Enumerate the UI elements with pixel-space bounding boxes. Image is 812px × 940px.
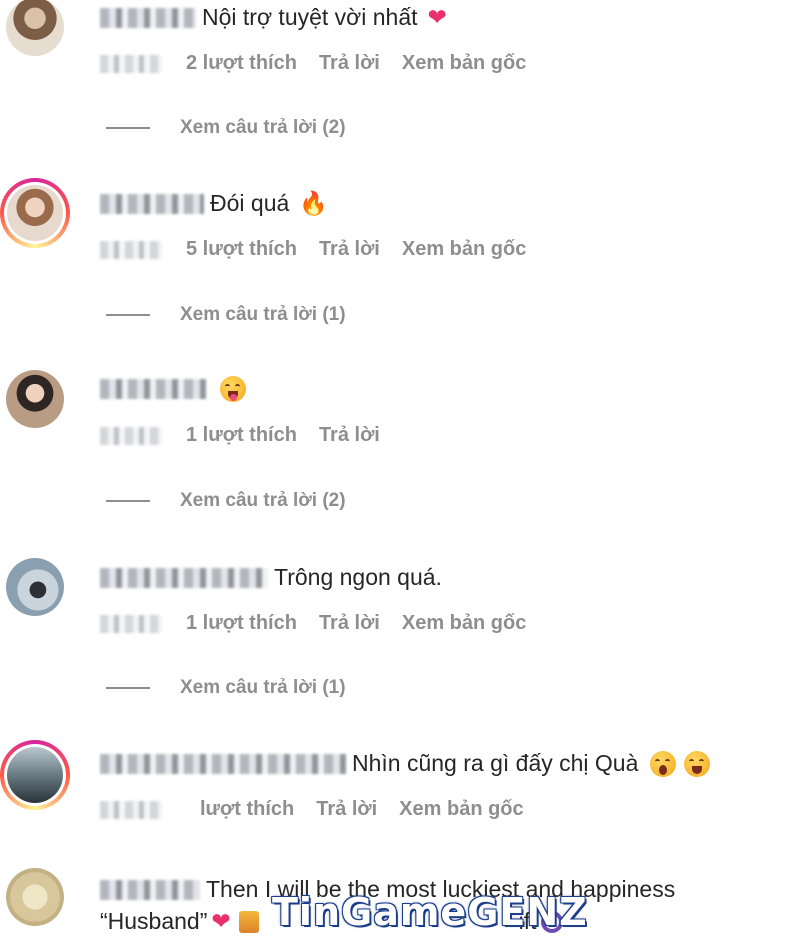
divider <box>106 687 150 689</box>
blurred-username[interactable] <box>100 7 196 28</box>
divider <box>106 314 150 316</box>
grinning-face-emoji <box>684 750 711 777</box>
like-count[interactable]: 5 lượt thích <box>186 238 297 261</box>
avatar-story-ring[interactable] <box>0 178 70 248</box>
comment-meta: lượt thích Trả lời Xem bản gốc <box>100 798 546 821</box>
avatar[interactable] <box>6 558 64 616</box>
comment-meta: 2 lượt thích Trả lời Xem bản gốc <box>100 52 548 75</box>
comment-text-row <box>100 376 246 402</box>
blurred-username[interactable] <box>100 753 346 774</box>
blurred-username[interactable] <box>100 193 204 214</box>
divider <box>106 127 150 129</box>
fire-emoji: 🔥 <box>299 191 328 217</box>
comment-meta: 1 lượt thích Trả lời <box>100 424 402 447</box>
avatar <box>7 747 63 803</box>
like-count[interactable]: lượt thích <box>200 798 294 821</box>
see-original-button[interactable]: Xem bản gốc <box>402 612 526 635</box>
comment-text: Đói quá <box>210 190 290 216</box>
blurred-timestamp <box>100 800 162 819</box>
view-replies-label: Xem câu trả lời (1) <box>180 304 346 325</box>
blurred-timestamp <box>100 54 162 73</box>
like-count[interactable]: 2 lượt thích <box>186 52 297 75</box>
blurred-timestamp <box>100 614 162 633</box>
like-count[interactable]: 1 lượt thích <box>186 424 297 447</box>
reply-button[interactable]: Trả lời <box>319 424 380 447</box>
comment-text-row: Đói quá 🔥 <box>100 190 328 217</box>
view-replies-button[interactable]: Xem câu trả lời (2) <box>106 490 346 512</box>
blurred-username[interactable] <box>100 379 206 399</box>
reply-button[interactable]: Trả lời <box>319 612 380 635</box>
comment-text: Nội trợ tuyệt vời nhất <box>202 4 418 30</box>
view-replies-button[interactable]: Xem câu trả lời (1) <box>106 304 346 326</box>
watermark-logo: TinGameGENZ <box>272 890 588 934</box>
reply-button[interactable]: Trả lời <box>319 238 380 261</box>
see-original-button[interactable]: Xem bản gốc <box>402 52 526 75</box>
comment-text-row: Nhìn cũng ra gì đấy chị Quà <box>100 750 711 777</box>
reply-button[interactable]: Trả lời <box>316 798 377 821</box>
comment-meta: 1 lượt thích Trả lời Xem bản gốc <box>100 612 548 635</box>
avatar[interactable] <box>6 868 64 926</box>
divider <box>106 500 150 502</box>
comment-text-row: Trông ngon quá. <box>100 564 442 591</box>
view-replies-button[interactable]: Xem câu trả lời (1) <box>106 677 346 699</box>
astonished-face-emoji <box>650 750 677 777</box>
avatar[interactable] <box>6 0 64 56</box>
view-replies-label: Xem câu trả lời (1) <box>180 677 346 698</box>
see-original-button[interactable]: Xem bản gốc <box>399 798 523 821</box>
tongue-face-emoji <box>220 376 246 402</box>
blurred-username[interactable] <box>100 567 268 588</box>
view-replies-button[interactable]: Xem câu trả lời (2) <box>106 117 346 139</box>
comment-text: Trông ngon quá. <box>274 564 442 590</box>
gift-emoji <box>238 910 259 933</box>
comment-meta: 5 lượt thích Trả lời Xem bản gốc <box>100 238 548 261</box>
comment-text: Nhìn cũng ra gì đấy chị Quà <box>352 750 639 776</box>
heart-emoji: ❤ <box>427 4 447 31</box>
heart-emoji: ❤ <box>211 908 231 935</box>
see-original-button[interactable]: Xem bản gốc <box>402 238 526 261</box>
avatar <box>7 185 63 241</box>
blurred-username[interactable] <box>100 879 200 900</box>
avatar-story-ring[interactable] <box>0 740 70 810</box>
avatar[interactable] <box>6 370 64 428</box>
blurred-timestamp <box>100 426 162 445</box>
reply-button[interactable]: Trả lời <box>319 52 380 75</box>
view-replies-label: Xem câu trả lời (2) <box>180 117 346 138</box>
comment-text-row: Nội trợ tuyệt vời nhất ❤ <box>100 4 447 31</box>
view-replies-label: Xem câu trả lời (2) <box>180 490 346 511</box>
blurred-timestamp <box>100 240 162 259</box>
comment-text-2: “Husband” <box>100 908 208 934</box>
like-count[interactable]: 1 lượt thích <box>186 612 297 635</box>
